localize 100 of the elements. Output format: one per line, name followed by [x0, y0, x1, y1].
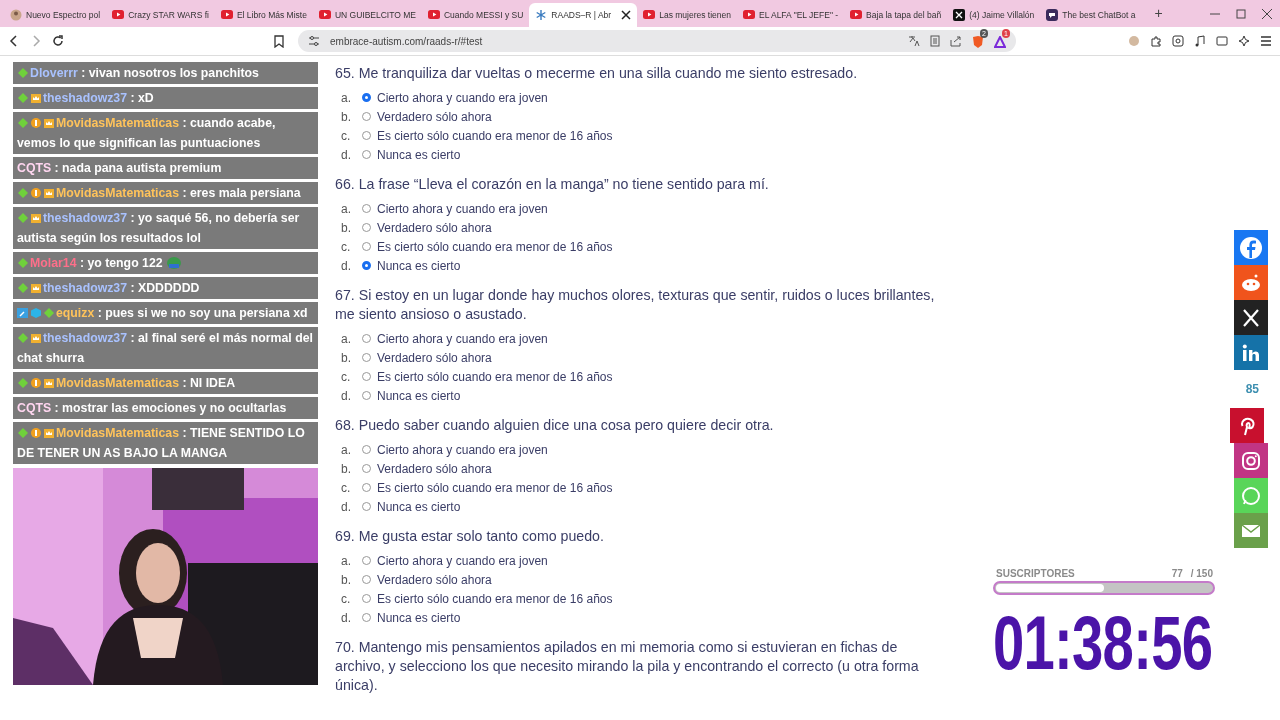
option-label[interactable]: Nunca es cierto	[377, 145, 461, 164]
question-text: 70. Mantengo mis pensamientos apilados en mi memoria como si estuvieran en fichas de archivo, y selecciono los que necesito mirando la pila y encontrando el correcto (u otra forma única).	[335, 638, 920, 695]
radio-button[interactable]	[362, 391, 371, 400]
option-letter: c.	[340, 590, 352, 608]
play-icon	[427, 9, 440, 21]
option-letter: b.	[340, 349, 352, 367]
browser-tab[interactable]: Nuevo Espectro pol	[4, 3, 107, 27]
chat-message: equizx : pues si we no soy una persiana xd	[13, 302, 318, 324]
avatar-icon	[10, 9, 22, 21]
envelope-button[interactable]	[1234, 513, 1268, 548]
radio-button[interactable]	[362, 483, 371, 492]
sparkle-icon[interactable]	[1238, 35, 1250, 47]
option-letter: a.	[340, 441, 352, 459]
radio-button[interactable]	[362, 261, 371, 270]
browser-tab[interactable]: (4) Jaime Villalón	[947, 3, 1041, 27]
profile-icon[interactable]	[1128, 35, 1140, 47]
radio-button[interactable]	[362, 223, 371, 232]
play-icon	[743, 9, 755, 21]
new-tab-button[interactable]: +	[1147, 3, 1170, 24]
option-letter: d.	[340, 387, 352, 405]
browser-tab[interactable]: Cuando MESSI y SU	[421, 3, 530, 27]
browser-tab[interactable]: Las mujeres tienen	[637, 3, 737, 27]
option-letter: d.	[340, 257, 352, 275]
goal-total: / 150	[1190, 568, 1213, 579]
option-label[interactable]: Verdadero sólo ahora	[377, 107, 492, 126]
option-label[interactable]: Verdadero sólo ahora	[377, 570, 492, 589]
radio-button[interactable]	[362, 502, 371, 511]
browser-tab[interactable]: Crazy STAR WARS fi	[106, 3, 215, 27]
option-label[interactable]: Nunca es cierto	[377, 497, 461, 516]
option-letter: c.	[340, 368, 352, 386]
bookmark-icon	[274, 34, 284, 48]
chat-message: MovidasMatematicas : cuando acabe, vemos lo que significan las puntuaciones	[13, 112, 318, 154]
option-label[interactable]: Verdadero sólo ahora	[377, 348, 492, 367]
linkedin-logo-button[interactable]	[1234, 335, 1268, 370]
play-icon	[850, 9, 863, 21]
option-label[interactable]: Verdadero sólo ahora	[377, 459, 492, 478]
triangle-icon[interactable]	[994, 35, 1006, 48]
option-letter: c.	[340, 479, 352, 497]
radio-button[interactable]	[362, 112, 371, 121]
translate-icon	[908, 35, 920, 47]
facebook-logo-button[interactable]	[1234, 230, 1268, 265]
option-letter: b.	[340, 571, 352, 589]
radio-button[interactable]	[362, 334, 371, 343]
radio-button[interactable]	[362, 575, 371, 584]
browser-tab[interactable]: The best ChatBot a	[1040, 3, 1142, 27]
chat-message: theshadowz37 : xD	[13, 87, 318, 109]
radio-button[interactable]	[362, 464, 371, 473]
chat-message: CQTS : nada pana autista premium	[13, 157, 318, 179]
instagram-logo-button[interactable]	[1234, 443, 1268, 478]
music-note-icon[interactable]	[1194, 35, 1206, 47]
browser-tab[interactable]: El Libro Más Miste	[214, 3, 313, 27]
question-text: 69. Me gusta estar solo tanto como puedo.	[335, 527, 605, 546]
chat-bubble-icon	[1046, 9, 1059, 21]
option-label[interactable]: Cierto ahora y cuando era joven	[377, 88, 548, 107]
option-label[interactable]: Es cierto sólo cuando era menor de 16 años	[377, 237, 613, 256]
share-icon	[950, 35, 962, 47]
play-icon	[318, 9, 331, 21]
radio-button[interactable]	[362, 445, 371, 454]
radio-button[interactable]	[362, 204, 371, 213]
x-logo-button[interactable]	[1234, 300, 1268, 335]
option-letter: b.	[340, 108, 352, 126]
option-label[interactable]: Nunca es cierto	[377, 386, 461, 405]
option-label[interactable]: Cierto ahora y cuando era joven	[377, 329, 548, 348]
shield-icon[interactable]	[972, 35, 984, 49]
radio-button[interactable]	[362, 93, 371, 102]
option-label[interactable]: Nunca es cierto	[377, 256, 461, 275]
close-icon[interactable]	[621, 10, 632, 20]
option-label[interactable]: Verdadero sólo ahora	[377, 218, 492, 237]
pinterest-logo-button[interactable]	[1230, 408, 1264, 443]
option-label[interactable]: Es cierto sólo cuando era menor de 16 años	[377, 478, 613, 497]
browser-tab[interactable]: UN GUIBELCITO ME	[312, 3, 422, 27]
chat-message: Dloverrr : vivan nosotros los panchitos	[13, 62, 318, 84]
back-icon	[8, 35, 20, 47]
radio-button[interactable]	[362, 242, 371, 251]
puzzle-icon[interactable]	[1150, 35, 1162, 47]
browser-tab[interactable]: EL ALFA "EL JEFE" -	[737, 3, 845, 27]
menu-icon[interactable]	[1260, 35, 1272, 47]
browser-tab[interactable]: Baja la tapa del bañ	[844, 3, 948, 27]
browser-tab[interactable]: RAADS–R | Abr	[529, 3, 638, 27]
radio-button[interactable]	[362, 613, 371, 622]
option-label[interactable]: Nunca es cierto	[377, 608, 461, 627]
radio-button[interactable]	[362, 150, 371, 159]
option-letter: a.	[340, 552, 352, 570]
radio-button[interactable]	[362, 353, 371, 362]
share-count: 85	[1245, 381, 1259, 398]
option-label[interactable]: Es cierto sólo cuando era menor de 16 años	[377, 126, 613, 145]
radio-button[interactable]	[362, 372, 371, 381]
option-letter: b.	[340, 460, 352, 478]
radio-button[interactable]	[362, 556, 371, 565]
play-icon	[112, 9, 125, 21]
reddit-logo-button[interactable]	[1234, 265, 1268, 300]
radio-button[interactable]	[362, 131, 371, 140]
option-label[interactable]: Cierto ahora y cuando era joven	[377, 440, 548, 459]
option-label[interactable]: Cierto ahora y cuando era joven	[377, 551, 548, 570]
chat-message: Molar14 : yo tengo 122	[13, 252, 318, 274]
option-label[interactable]: Es cierto sólo cuando era menor de 16 años	[377, 589, 613, 608]
radio-button[interactable]	[362, 594, 371, 603]
question-text: 68. Puedo saber cuando alguien dice una cosa pero quiere decir otra.	[335, 416, 775, 435]
option-label[interactable]: Es cierto sólo cuando era menor de 16 años	[377, 367, 613, 386]
option-label[interactable]: Cierto ahora y cuando era joven	[377, 199, 548, 218]
